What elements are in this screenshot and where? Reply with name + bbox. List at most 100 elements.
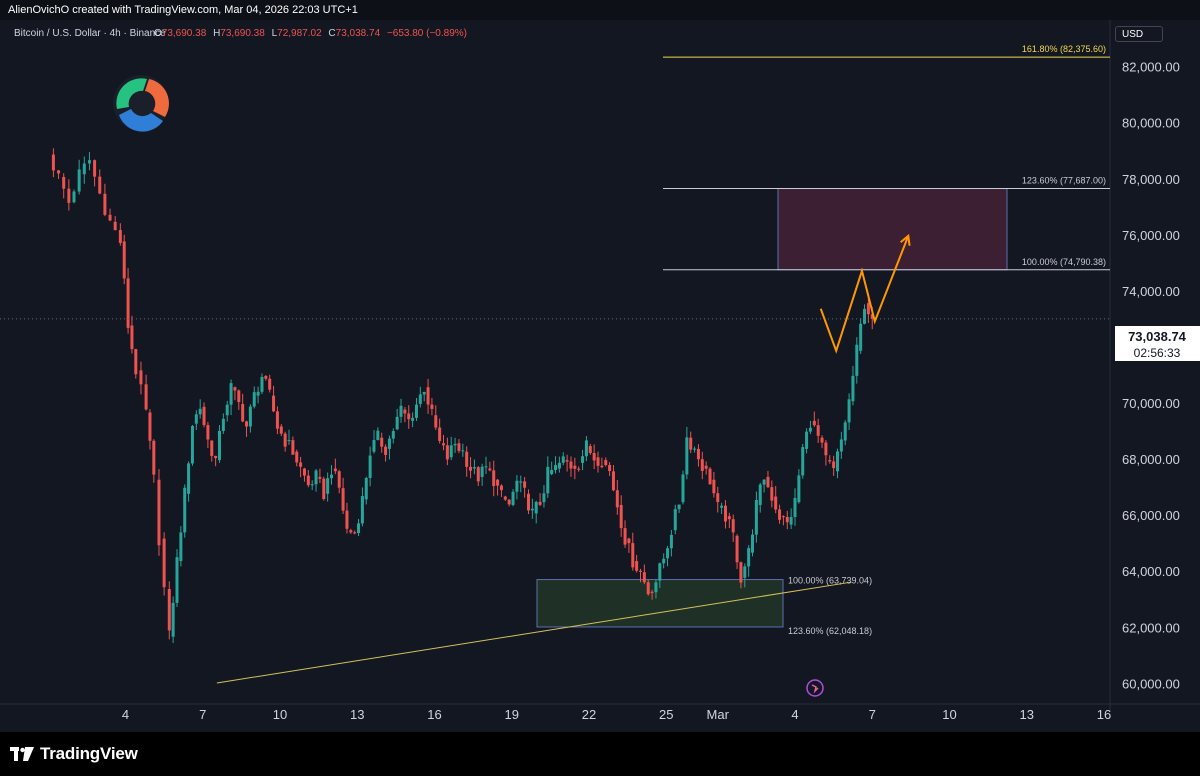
candle-body — [229, 383, 233, 405]
candle-body — [314, 470, 318, 485]
candle-body — [839, 439, 843, 452]
candle-body — [723, 505, 727, 522]
candle-body — [202, 406, 206, 426]
candle-body — [318, 476, 322, 479]
candle-body — [256, 391, 260, 396]
candle-body — [577, 468, 581, 470]
candle-body — [152, 440, 156, 475]
candle-body — [476, 467, 480, 482]
candle-body — [217, 430, 221, 461]
candle-body — [812, 420, 816, 426]
candle-body — [260, 376, 264, 392]
candle-body — [457, 443, 461, 451]
candle-body — [832, 461, 836, 469]
candle-body — [449, 445, 453, 458]
candle-body — [666, 548, 670, 559]
candle-body — [519, 481, 523, 483]
candle-body — [735, 535, 739, 563]
candle-body — [492, 470, 496, 487]
candle-body — [557, 462, 561, 469]
candle-body — [252, 392, 256, 407]
candle-body — [654, 582, 658, 593]
candle-body — [387, 438, 391, 449]
candle-body — [310, 484, 314, 486]
candle-body — [183, 487, 187, 533]
candle-body — [51, 154, 55, 171]
price-tick-2: 64,000.00 — [1122, 564, 1180, 579]
time-tick-6: 22 — [582, 707, 596, 722]
candle-body — [754, 499, 758, 535]
candle-body — [859, 323, 863, 351]
candle-body — [820, 437, 824, 443]
price-tick-8: 76,000.00 — [1122, 228, 1180, 243]
tradingview-brand[interactable]: TradingView — [10, 743, 138, 765]
candle-body — [422, 391, 426, 395]
candle-body — [175, 557, 179, 603]
candle-body — [708, 468, 712, 485]
candle-body — [221, 418, 225, 431]
fib-upper-label-0: 161.80% (82,375.60) — [1022, 44, 1106, 54]
candle-body — [430, 404, 434, 409]
candle-body — [534, 501, 538, 514]
candle-body — [130, 325, 134, 350]
candle-body — [681, 474, 685, 503]
fib-upper-label-1: 123.60% (77,687.00) — [1022, 176, 1106, 186]
candle-body — [774, 496, 778, 510]
candle-body — [72, 191, 76, 203]
price-tick-7: 74,000.00 — [1122, 284, 1180, 299]
candle-body — [658, 563, 662, 581]
symbol-label: Bitcoin / U.S. Dollar · 4h · Binance — [14, 28, 166, 39]
candle-body — [639, 570, 642, 572]
candle-body — [214, 455, 218, 459]
candle-body — [268, 378, 272, 390]
candle-body — [631, 543, 635, 568]
candle-body — [233, 387, 237, 391]
candle-body — [696, 448, 700, 460]
candle-body — [704, 465, 708, 469]
upper-target-zone — [777, 188, 1008, 271]
candle-body — [488, 468, 492, 471]
candle-body — [190, 425, 194, 464]
candle-body — [157, 479, 161, 546]
candle-body — [843, 422, 847, 441]
candle-body — [797, 475, 801, 503]
candle-body — [561, 456, 565, 463]
candle-body — [264, 376, 268, 379]
candle-body — [283, 433, 287, 447]
candle-countdown: 02:56:33 — [1134, 346, 1181, 360]
price-chart[interactable]: Bitcoin / U.S. Dollar · 4h · Binance O73… — [0, 20, 1200, 732]
candle-body — [835, 451, 839, 472]
currency-selector[interactable]: USD — [1115, 26, 1163, 42]
candle-body — [716, 493, 720, 503]
candle-body — [847, 399, 851, 423]
candle-body — [619, 504, 623, 529]
candle-body — [677, 504, 681, 510]
candle-body — [770, 487, 774, 501]
candle-body — [333, 468, 337, 472]
price-tick-9: 78,000.00 — [1122, 172, 1180, 187]
candle-body — [198, 408, 202, 415]
candle-body — [650, 591, 654, 593]
candle-body — [272, 395, 276, 412]
last-price-label: 73,038.74 — [1128, 329, 1187, 344]
candle-body — [615, 490, 619, 508]
candle-body — [411, 417, 415, 421]
tradingview-wordmark: TradingView — [40, 744, 138, 763]
time-tick-9: 4 — [791, 707, 798, 722]
candle-body — [828, 460, 832, 462]
candle-body — [445, 445, 449, 460]
time-tick-5: 19 — [505, 707, 519, 722]
candle-body — [851, 375, 855, 402]
candle-body — [523, 481, 527, 488]
candle-body — [816, 425, 820, 436]
candle-body — [662, 558, 666, 564]
candle-body — [122, 241, 126, 279]
candle-body — [82, 163, 86, 175]
candle-body — [596, 457, 600, 466]
candle-body — [345, 510, 349, 529]
candle-body — [685, 437, 689, 475]
candle-body — [407, 413, 411, 420]
candle-body — [747, 548, 751, 567]
candle-body — [126, 278, 130, 328]
candle-body — [693, 448, 697, 450]
